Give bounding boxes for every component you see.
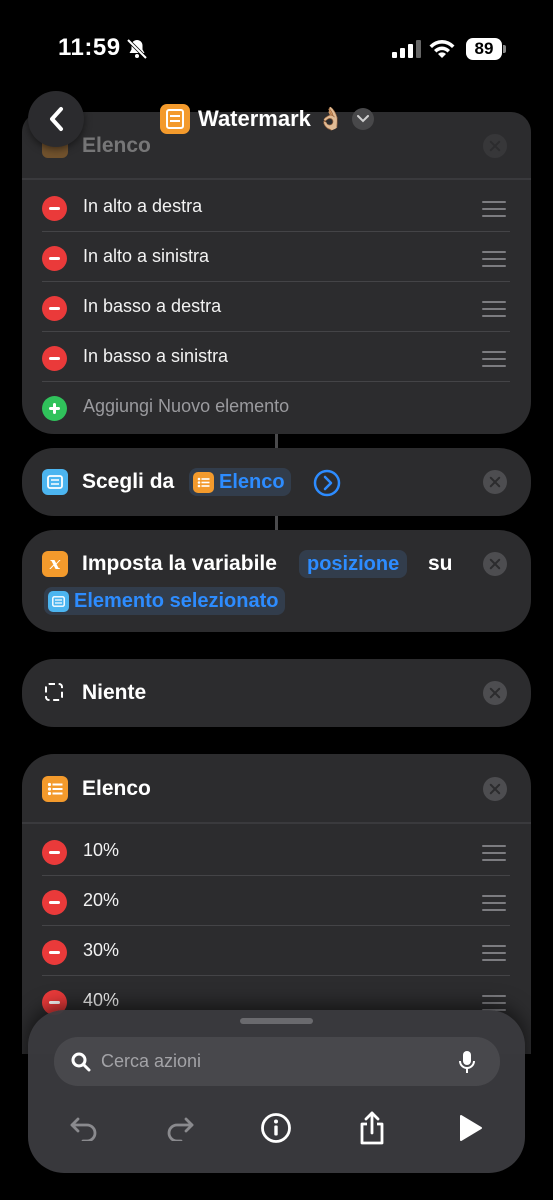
list-item[interactable]: In alto a destra — [42, 182, 510, 232]
list-item-label[interactable]: 30% — [83, 940, 119, 961]
remove-item-icon[interactable] — [42, 196, 67, 221]
shortcut-icon — [160, 104, 190, 134]
set-variable-action-card[interactable] — [22, 530, 531, 632]
remove-item-icon[interactable] — [42, 346, 67, 371]
list-item-label[interactable]: 10% — [83, 840, 119, 861]
microphone-icon[interactable] — [458, 1050, 476, 1079]
action-connector — [275, 516, 278, 530]
list-variable-token[interactable]: Elenco — [189, 468, 291, 496]
list-icon — [193, 471, 214, 493]
list-action-title: Elenco — [82, 777, 151, 800]
bell-muted-icon — [126, 38, 148, 65]
list-item[interactable]: 30% — [42, 926, 510, 976]
variable-name-token[interactable]: posizione — [299, 550, 408, 578]
list-item-label[interactable]: In basso a destra — [83, 296, 221, 317]
search-placeholder[interactable]: Cerca azioni — [101, 1051, 201, 1072]
drag-handle-icon[interactable] — [482, 251, 506, 272]
list-item[interactable]: In alto a sinistra — [42, 232, 510, 282]
drag-handle-icon[interactable] — [482, 845, 506, 866]
list-item-label[interactable]: In alto a destra — [83, 196, 202, 217]
drag-handle-icon[interactable] — [482, 895, 506, 916]
battery-tip — [503, 45, 506, 53]
remove-item-icon[interactable] — [42, 246, 67, 271]
info-icon[interactable] — [256, 1108, 296, 1148]
drag-handle-icon[interactable] — [482, 351, 506, 372]
selected-item-label[interactable]: Elemento selezionato — [74, 590, 279, 613]
list-item-label[interactable]: In alto a sinistra — [83, 246, 209, 267]
wifi-icon — [428, 38, 456, 65]
choose-action-icon — [42, 469, 68, 495]
list-item[interactable]: In basso a sinistra — [42, 332, 510, 382]
remove-item-icon[interactable] — [42, 940, 67, 965]
card-divider — [22, 822, 531, 824]
list-item[interactable]: In basso a destra — [42, 282, 510, 332]
list-item[interactable]: 20% — [42, 876, 510, 926]
play-icon[interactable] — [450, 1108, 490, 1148]
action-search-panel — [28, 1010, 525, 1173]
chevron-right-circle-icon[interactable] — [313, 469, 341, 502]
list-item-label[interactable]: In basso a sinistra — [83, 346, 228, 367]
remove-action-icon[interactable] — [483, 470, 507, 494]
action-connector — [275, 434, 278, 448]
add-item-row[interactable]: Aggiungi Nuovo elemento — [42, 382, 510, 432]
list-token-label[interactable]: Elenco — [219, 471, 285, 494]
status-time: 11:59 — [58, 34, 121, 61]
selected-item-token[interactable]: Elemento selezionato — [44, 587, 285, 615]
list-title-faded: Elenco — [82, 134, 151, 157]
add-item-label[interactable]: Aggiungi Nuovo elemento — [83, 396, 289, 417]
redo-icon[interactable] — [160, 1108, 200, 1148]
variable-x-icon: x — [42, 551, 68, 577]
back-button[interactable] — [28, 91, 84, 147]
card-divider — [22, 178, 531, 180]
cellular-signal-icon — [392, 40, 422, 63]
remove-action-icon[interactable] — [483, 681, 507, 705]
list-item-label[interactable]: 20% — [83, 890, 119, 911]
list-icon — [42, 776, 68, 802]
list-item[interactable]: 10% — [42, 826, 510, 876]
remove-item-icon[interactable] — [42, 890, 67, 915]
undo-icon[interactable] — [64, 1108, 104, 1148]
set-variable-label: Imposta la variabile — [82, 552, 277, 575]
remove-action-icon[interactable] — [483, 552, 507, 576]
choose-action-icon — [48, 590, 69, 612]
remove-action-icon[interactable] — [483, 777, 507, 801]
add-item-icon[interactable] — [42, 396, 67, 421]
shortcut-title-bar[interactable]: Watermark 👌🏼 — [160, 103, 375, 135]
share-icon[interactable] — [352, 1108, 392, 1148]
remove-action-icon[interactable] — [483, 134, 507, 158]
remove-item-icon[interactable] — [42, 840, 67, 865]
drag-handle-icon[interactable] — [482, 201, 506, 222]
chevron-down-icon[interactable] — [352, 108, 375, 130]
drag-handle-icon[interactable] — [482, 945, 506, 966]
panel-grabber[interactable] — [240, 1018, 313, 1024]
battery-indicator: 89 — [466, 38, 502, 60]
nothing-action-label: Niente — [82, 681, 147, 704]
choose-action-label: Scegli da — [82, 470, 175, 493]
chevron-left-icon — [50, 107, 63, 131]
search-icon — [71, 1052, 91, 1077]
drag-handle-icon[interactable] — [482, 301, 506, 322]
set-variable-su-label: su — [428, 552, 453, 575]
dashed-square-icon — [45, 683, 63, 701]
shortcut-title[interactable]: Watermark 👌🏼 — [198, 106, 344, 132]
remove-item-icon[interactable] — [42, 296, 67, 321]
list-item-label[interactable]: 40% — [83, 990, 119, 1011]
